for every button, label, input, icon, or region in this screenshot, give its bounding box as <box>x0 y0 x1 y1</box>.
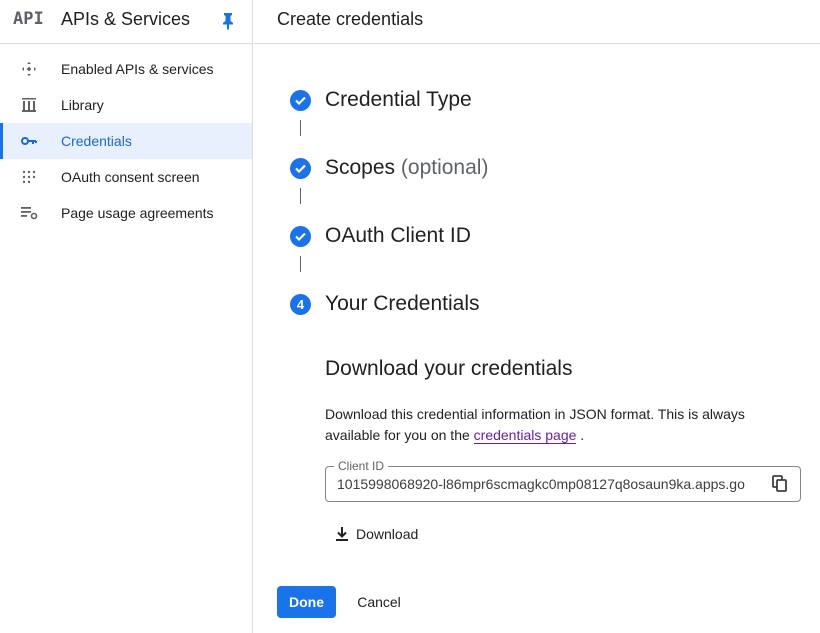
download-section-title: Download your credentials <box>325 357 573 380</box>
step-scopes: Scopes (optional) <box>290 155 488 181</box>
credentials-page-link[interactable]: credentials page <box>473 427 577 444</box>
sidebar-header: API APIs & Services <box>0 0 252 44</box>
step-connector <box>300 256 301 272</box>
sidebar-item-enabled-apis[interactable]: Enabled APIs & services <box>0 51 252 87</box>
step-number-badge: 4 <box>290 293 311 315</box>
download-description: Download this credential information in … <box>325 404 765 446</box>
list-settings-icon <box>20 205 38 221</box>
download-button[interactable]: Download <box>334 520 418 548</box>
step-connector <box>300 120 301 136</box>
step-optional-label: (optional) <box>400 156 489 179</box>
download-icon <box>336 527 348 541</box>
step-title: OAuth Client ID <box>325 224 471 247</box>
sidebar-item-library[interactable]: Library <box>0 87 252 123</box>
step-title-text: Scopes <box>325 156 396 179</box>
check-circle-icon <box>290 225 311 247</box>
sidebar-item-page-usage[interactable]: Page usage agreements <box>0 195 252 231</box>
dots-grid-icon <box>20 169 38 185</box>
sidebar: API APIs & Services Enabled APIs & servi… <box>0 0 253 633</box>
sidebar-item-label: OAuth consent screen <box>61 169 200 185</box>
step-your-credentials: 4 Your Credentials <box>290 291 480 317</box>
step-credential-type: Credential Type <box>290 87 472 113</box>
library-icon <box>20 97 38 113</box>
client-id-label: Client ID <box>334 459 389 473</box>
step-oauth-client-id: OAuth Client ID <box>290 223 471 249</box>
done-button[interactable]: Done <box>277 586 336 618</box>
sidebar-item-label: Credentials <box>61 133 132 149</box>
api-logo: API <box>13 9 44 29</box>
key-icon <box>20 133 38 149</box>
main-header: Create credentials <box>254 0 820 44</box>
diamond-arrows-icon <box>20 61 38 77</box>
check-circle-icon <box>290 89 311 111</box>
download-label: Download <box>356 526 419 542</box>
page-title: Create credentials <box>277 9 424 29</box>
pin-icon[interactable] <box>220 12 236 30</box>
main-content: Create credentials Credential Type Scope… <box>254 0 820 633</box>
sidebar-item-label: Enabled APIs & services <box>61 61 214 77</box>
sidebar-item-label: Library <box>61 97 104 113</box>
client-id-field[interactable]: Client ID 1015998068920-l86mpr6scmagkc0m… <box>325 459 801 502</box>
cancel-button[interactable]: Cancel <box>346 586 412 618</box>
sidebar-nav: Enabled APIs & services Library Credenti… <box>0 51 252 231</box>
copy-icon[interactable] <box>772 475 788 493</box>
sidebar-item-label: Page usage agreements <box>61 205 214 221</box>
step-connector <box>300 188 301 204</box>
check-circle-icon <box>290 157 311 179</box>
description-text-end: . <box>576 427 585 443</box>
sidebar-item-credentials[interactable]: Credentials <box>0 123 252 159</box>
step-title: Your Credentials <box>325 292 480 315</box>
step-title: Credential Type <box>325 88 472 111</box>
sidebar-item-oauth-consent[interactable]: OAuth consent screen <box>0 159 252 195</box>
sidebar-title: APIs & Services <box>61 9 191 29</box>
step-title: Scopes (optional) <box>325 156 488 180</box>
client-id-value[interactable]: 1015998068920-l86mpr6scmagkc0mp08127q8os… <box>337 476 757 492</box>
